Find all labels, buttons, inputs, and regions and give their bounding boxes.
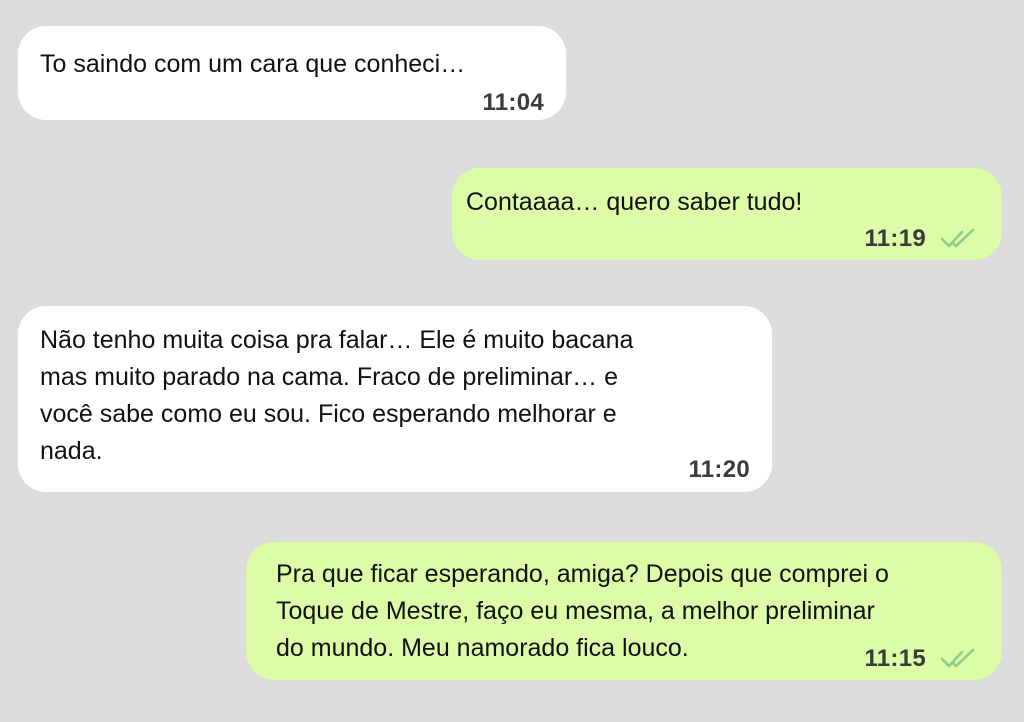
message-meta: 11:04 — [482, 84, 544, 121]
message-bubble-outgoing[interactable]: Contaaaa… quero saber tudo! 11:19 — [452, 168, 1002, 260]
double-check-read-icon — [940, 228, 975, 247]
message-meta: 11:15 — [864, 640, 980, 677]
double-check-read-icon — [940, 648, 975, 667]
message-text: Contaaaa… quero saber tudo! — [466, 188, 803, 216]
message-bubble-incoming[interactable]: Não tenho muita coisa pra falar… Ele é m… — [18, 306, 772, 492]
message-meta: 11:20 — [688, 451, 750, 488]
message-time: 11:04 — [482, 89, 544, 116]
message-time: 11:15 — [864, 645, 926, 672]
message-meta: 11:19 — [864, 220, 980, 257]
chat-area: To saindo com um cara que conheci… 11:04… — [0, 0, 1024, 722]
message-bubble-incoming[interactable]: To saindo com um cara que conheci… 11:04 — [18, 26, 566, 120]
message-text: Não tenho muita coisa pra falar… Ele é m… — [40, 326, 634, 465]
message-bubble-outgoing[interactable]: Pra que ficar esperando, amiga? Depois q… — [246, 542, 1002, 680]
message-text: To saindo com um cara que conheci… — [40, 50, 466, 78]
message-time: 11:19 — [864, 225, 926, 252]
message-time: 11:20 — [688, 456, 750, 483]
message-text: Pra que ficar esperando, amiga? Depois q… — [276, 560, 889, 662]
